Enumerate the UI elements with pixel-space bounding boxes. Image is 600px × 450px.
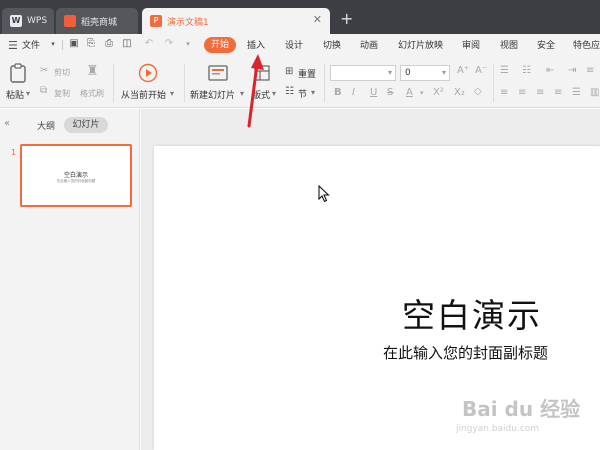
slides-panel: « 大纲 幻灯片 1 空白演示 在此输入您的封面副标题 <box>0 109 140 450</box>
reset-icon: ⊞ <box>285 66 294 77</box>
align-left-icon[interactable]: ≡ <box>500 87 508 98</box>
chevron-down-icon[interactable]: ▾ <box>272 89 276 98</box>
divider <box>324 64 325 102</box>
title-bar: W WPS 稻壳商城 P 演示文稿1 ✕ + <box>0 0 600 34</box>
play-icon[interactable] <box>138 63 158 83</box>
columns-icon[interactable]: ▥ <box>590 87 599 98</box>
chevron-down-icon[interactable]: ▾ <box>388 68 392 77</box>
menu-security[interactable]: 安全 <box>537 38 555 51</box>
watermark-url: jingyan.baidu.com <box>456 424 540 434</box>
play-from-current-button[interactable]: 从当前开始 <box>121 88 166 101</box>
tab-store-label: 稻壳商城 <box>81 17 118 28</box>
print-icon[interactable]: ⎙ <box>104 39 114 49</box>
tab-document-label: 演示文稿1 <box>167 17 209 28</box>
tab-wps[interactable]: W WPS <box>2 8 54 34</box>
ribbon-toolbar: 粘贴 ▾ ✂ 剪切 ⧉ 复制 ♜ 格式刷 从当前开始 ▾ 新建幻灯片 ▾ 版式 … <box>0 56 600 108</box>
font-color-icon[interactable]: A <box>406 87 413 98</box>
chevron-down-icon[interactable]: ▾ <box>183 39 193 49</box>
decrease-indent-icon[interactable]: ⇤ <box>546 65 554 76</box>
chevron-down-icon[interactable]: ▾ <box>442 68 446 77</box>
export-pdf-icon[interactable]: ⎘ <box>86 39 96 49</box>
tab-wps-label: WPS <box>27 16 48 26</box>
superscript-icon[interactable]: X² <box>433 87 444 98</box>
new-slide-button[interactable]: 新建幻灯片 <box>190 88 235 101</box>
mouse-cursor-icon <box>318 185 330 203</box>
decrease-font-icon[interactable]: A⁻ <box>475 65 487 76</box>
underline-icon[interactable]: U <box>370 87 377 98</box>
menu-transition[interactable]: 切换 <box>323 38 341 51</box>
slide-number: 1 <box>11 148 17 157</box>
align-center-icon[interactable]: ≡ <box>518 87 526 98</box>
paste-button[interactable]: 粘贴 <box>6 88 24 101</box>
tab-slides[interactable]: 幻灯片 <box>64 117 108 133</box>
distribute-icon[interactable]: ☰ <box>572 87 581 98</box>
chevron-down-icon[interactable]: ▾ <box>170 89 174 98</box>
increase-indent-icon[interactable]: ⇥ <box>568 65 576 76</box>
divider <box>493 64 494 102</box>
menu-review[interactable]: 审阅 <box>462 38 480 51</box>
menu-icon[interactable]: ☰ <box>8 39 18 52</box>
bold-icon[interactable]: B <box>334 87 342 98</box>
menu-view[interactable]: 视图 <box>500 38 518 51</box>
slide-thumbnail[interactable]: 空白演示 在此输入您的封面副标题 <box>20 144 132 207</box>
close-tab-icon[interactable]: ✕ <box>313 13 322 26</box>
slide-title[interactable]: 空白演示 <box>402 289 542 337</box>
thumbnail-subtitle: 在此输入您的封面副标题 <box>56 179 96 183</box>
collapse-panel-icon[interactable]: « <box>4 118 10 129</box>
section-button[interactable]: 节 <box>298 87 307 100</box>
presentation-icon: P <box>150 15 162 27</box>
print-preview-icon[interactable]: ◫ <box>122 39 132 49</box>
watermark-brand: Bai du 经验 <box>462 397 581 421</box>
new-tab-button[interactable]: + <box>340 9 353 28</box>
scissors-icon: ✂ <box>40 65 49 76</box>
bullet-list-icon[interactable]: ☰ <box>500 65 509 76</box>
format-painter-button[interactable]: 格式刷 <box>80 88 104 99</box>
menu-start[interactable]: 开始 <box>204 37 236 53</box>
wps-logo-icon: W <box>10 15 22 27</box>
subscript-icon[interactable]: X₂ <box>454 87 465 98</box>
tab-document[interactable]: P 演示文稿1 ✕ <box>142 8 330 34</box>
slide-subtitle[interactable]: 在此输入您的封面副标题 <box>383 342 548 363</box>
menu-special[interactable]: 特色应 <box>573 38 600 51</box>
thumbnail-title: 空白演示 <box>63 172 88 179</box>
format-painter-icon: ♜ <box>86 63 99 79</box>
chevron-down-icon[interactable]: ▾ <box>26 89 30 98</box>
save-icon[interactable]: ▣ <box>69 39 79 49</box>
tab-outline[interactable]: 大纲 <box>37 119 55 132</box>
annotation-arrow-icon <box>247 54 264 128</box>
menu-slideshow[interactable]: 幻灯片放映 <box>398 38 443 51</box>
menu-design[interactable]: 设计 <box>285 38 303 51</box>
align-right-icon[interactable]: ≡ <box>536 87 544 98</box>
undo-icon[interactable]: ↶ <box>144 39 154 49</box>
menu-bar: ☰ 文件 ▾ ▣ ⎘ ⎙ ◫ ↶ ↷ ▾ 开始 插入 设计 切换 动画 幻灯片放… <box>0 34 600 56</box>
divider <box>184 64 185 102</box>
reset-button[interactable]: 重置 <box>298 67 316 80</box>
cut-button[interactable]: 剪切 <box>54 67 70 78</box>
divider <box>62 40 63 50</box>
paste-icon[interactable] <box>9 63 27 83</box>
docer-logo-icon <box>64 15 76 27</box>
redo-icon[interactable]: ↷ <box>164 39 174 49</box>
chevron-down-icon[interactable]: ▾ <box>311 88 315 97</box>
tab-store[interactable]: 稻壳商城 <box>56 8 138 34</box>
new-slide-icon[interactable] <box>208 63 228 83</box>
chevron-down-icon[interactable]: ▾ <box>48 39 58 49</box>
numbered-list-icon[interactable]: ☷ <box>522 65 531 76</box>
font-name-field[interactable] <box>330 65 396 81</box>
copy-button[interactable]: 复制 <box>54 88 70 99</box>
menu-animation[interactable]: 动画 <box>360 38 378 51</box>
strikethrough-icon[interactable]: S <box>387 87 393 98</box>
section-icon: ☷ <box>285 86 294 97</box>
divider <box>113 64 114 102</box>
increase-font-icon[interactable]: A⁺ <box>457 65 469 76</box>
eraser-icon[interactable]: ◇ <box>474 86 482 97</box>
line-spacing-icon[interactable]: ≡ <box>586 65 594 76</box>
copy-icon: ⧉ <box>40 85 48 96</box>
menu-file[interactable]: 文件 <box>22 38 40 51</box>
chevron-down-icon[interactable]: ▾ <box>420 89 424 97</box>
italic-icon[interactable]: I <box>352 87 355 98</box>
justify-icon[interactable]: ≡ <box>554 87 562 98</box>
